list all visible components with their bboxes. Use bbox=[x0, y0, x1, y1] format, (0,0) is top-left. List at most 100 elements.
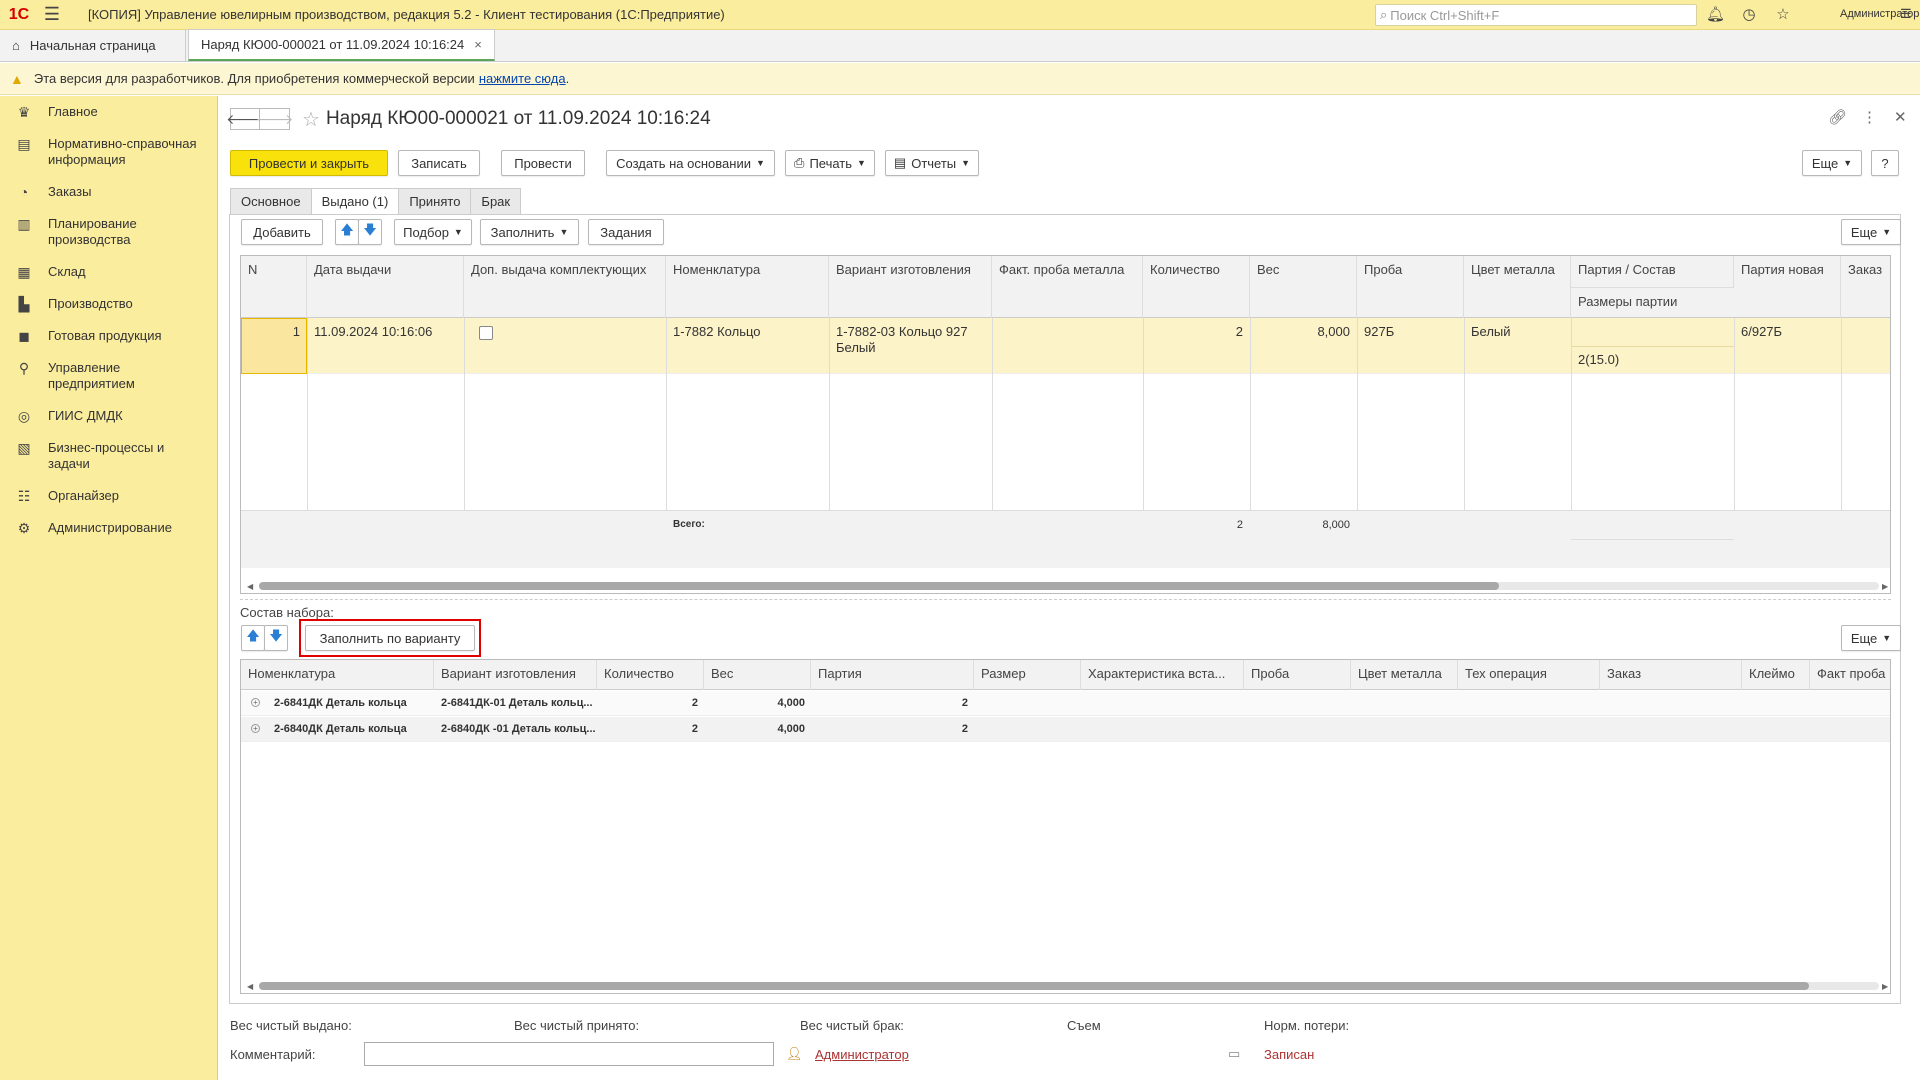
kit-more-button[interactable]: Еще ▼ bbox=[1841, 625, 1901, 651]
scroll-thumb[interactable] bbox=[259, 582, 1499, 590]
bell-icon[interactable]: 🔔︎ bbox=[1706, 6, 1725, 24]
warning-text: Эта версия для разработчиков. Для приобр… bbox=[33, 71, 475, 86]
sidebar-item-admin[interactable]: ⚙ Администрирование bbox=[0, 512, 217, 544]
kcol-order[interactable]: Заказ bbox=[1600, 660, 1742, 690]
tab-received[interactable]: Принято bbox=[398, 188, 472, 214]
fill-button[interactable]: Заполнить ▼ bbox=[480, 219, 579, 245]
tasks-button[interactable]: Задания bbox=[588, 219, 664, 245]
kcol-probe[interactable]: Проба bbox=[1244, 660, 1351, 690]
table-row[interactable]: + 2-6840ДК Деталь кольца 2-6840ДК -01 Де… bbox=[241, 717, 1890, 742]
kit-move-up-button[interactable]: 🡅 bbox=[241, 625, 265, 651]
author-link[interactable]: Администратор bbox=[815, 1047, 909, 1062]
tab-home[interactable]: ⌂ Начальная страница bbox=[0, 30, 186, 61]
table-row[interactable]: + 2-6841ДК Деталь кольца 2-6841ДК-01 Дет… bbox=[241, 691, 1890, 716]
sidebar-item-warehouse[interactable]: ▦ Склад bbox=[0, 256, 217, 288]
col-probe[interactable]: Проба bbox=[1357, 256, 1464, 318]
sidebar-item-finished-goods[interactable]: ◼ Готовая продукция bbox=[0, 320, 217, 352]
col-nomenclature[interactable]: Номенклатура bbox=[666, 256, 829, 318]
expand-icon[interactable]: + bbox=[251, 698, 260, 707]
issued-hscrollbar[interactable] bbox=[259, 582, 1879, 590]
sidebar-item-orders[interactable]: ◔ Заказы bbox=[0, 176, 217, 208]
tab-defect[interactable]: Брак bbox=[470, 188, 522, 214]
move-up-button[interactable]: 🡅 bbox=[335, 219, 359, 245]
post-button[interactable]: Провести bbox=[501, 150, 585, 176]
warehouse-icon: ▦ bbox=[17, 264, 31, 280]
issued-more-button[interactable]: Еще ▼ bbox=[1841, 219, 1901, 245]
sidebar-item-organizer[interactable]: ☷ Органайзер bbox=[0, 480, 217, 512]
col-new-batch[interactable]: Партия новая bbox=[1734, 256, 1841, 318]
col-batch-sizes[interactable]: Размеры партии bbox=[1571, 287, 1734, 317]
sidebar-item-reference[interactable]: ▤ Нормативно-справочная информация bbox=[0, 128, 217, 176]
tab-document[interactable]: Наряд КЮ00-000021 от 11.09.2024 10:16:24… bbox=[188, 29, 495, 61]
move-down-button[interactable]: 🡇 bbox=[358, 219, 382, 245]
col-variant[interactable]: Вариант изготовления bbox=[829, 256, 992, 318]
kcol-batch[interactable]: Партия bbox=[811, 660, 974, 690]
sidebar-item-business[interactable]: ▧ Бизнес-процессы и задачи bbox=[0, 432, 217, 480]
scroll-left-icon[interactable]: ◀ bbox=[247, 982, 253, 991]
kcol-color[interactable]: Цвет металла bbox=[1351, 660, 1458, 690]
sidebar-item-giis[interactable]: ◎ ГИИС ДМДК bbox=[0, 400, 217, 432]
print-button[interactable]: ⎙ Печать ▼ bbox=[785, 150, 875, 176]
sidebar-item-planning[interactable]: ▥ Планирование производства bbox=[0, 208, 217, 256]
kit-move-down-button[interactable]: 🡇 bbox=[264, 625, 288, 651]
global-search-input[interactable]: ⌕ Поиск Ctrl+Shift+F bbox=[1375, 4, 1697, 26]
menu-icon[interactable]: ☰ bbox=[38, 4, 66, 25]
close-tab-icon[interactable]: × bbox=[474, 37, 482, 52]
forward-button[interactable]: 🡒 bbox=[256, 108, 293, 130]
more-vert-icon[interactable]: ⋮ bbox=[1862, 108, 1877, 126]
col-extra-issue[interactable]: Доп. выдача комплектующих bbox=[464, 256, 666, 318]
sidebar-item-production[interactable]: ▙ Производство bbox=[0, 288, 217, 320]
scroll-thumb[interactable] bbox=[259, 982, 1809, 990]
tab-issued[interactable]: Выдано (1) bbox=[310, 188, 400, 214]
scroll-left-icon[interactable]: ◀ bbox=[247, 582, 253, 591]
col-weight[interactable]: Вес bbox=[1250, 256, 1357, 318]
scroll-right-icon[interactable]: ▶ bbox=[1882, 982, 1888, 991]
col-batch[interactable]: Партия / Состав bbox=[1571, 256, 1734, 287]
link-icon[interactable]: 🔗︎ bbox=[1828, 108, 1847, 126]
post-and-close-button[interactable]: Провести и закрыть bbox=[230, 150, 388, 176]
tab-main[interactable]: Основное bbox=[230, 188, 312, 214]
kcol-qty[interactable]: Количество bbox=[597, 660, 704, 690]
footer-total-label: Всего: bbox=[673, 519, 705, 530]
sidebar-item-management[interactable]: ⚲ Управление предприятием bbox=[0, 352, 217, 400]
kcol-operation[interactable]: Тех операция bbox=[1458, 660, 1600, 690]
kcol-nomenclature[interactable]: Номенклатура bbox=[241, 660, 434, 690]
add-button[interactable]: Добавить bbox=[241, 219, 323, 245]
favorites-icon[interactable]: ☆ bbox=[1774, 6, 1792, 24]
kit-hscrollbar[interactable] bbox=[259, 982, 1879, 990]
kcol-variant[interactable]: Вариант изготовления bbox=[434, 660, 597, 690]
table-row[interactable]: 1 11.09.2024 10:16:06 1-7882 Кольцо 1-78… bbox=[241, 318, 1890, 374]
save-button[interactable]: Записать bbox=[398, 150, 480, 176]
buy-link[interactable]: нажмите сюда bbox=[479, 71, 566, 86]
reports-button[interactable]: ▤ Отчеты ▼ bbox=[885, 150, 979, 176]
col-n[interactable]: N bbox=[241, 256, 307, 318]
sidebar-item-main[interactable]: ♛ Главное bbox=[0, 96, 217, 128]
col-order[interactable]: Заказ bbox=[1841, 256, 1890, 318]
clipboard-icon: ▥ bbox=[17, 216, 31, 232]
settings-menu-icon[interactable]: ☰ bbox=[1900, 6, 1912, 22]
kcol-size[interactable]: Размер bbox=[974, 660, 1081, 690]
arrow-down-icon: 🡇 bbox=[363, 222, 377, 237]
help-button[interactable]: ? bbox=[1871, 150, 1899, 176]
comment-field[interactable] bbox=[364, 1042, 774, 1066]
expand-icon[interactable]: + bbox=[251, 724, 260, 733]
row-weight: 8,000 bbox=[1317, 324, 1350, 339]
kit-row-qty: 2 bbox=[691, 697, 698, 709]
col-metal-color[interactable]: Цвет металла bbox=[1464, 256, 1571, 318]
col-date[interactable]: Дата выдачи bbox=[307, 256, 464, 318]
col-qty[interactable]: Количество bbox=[1143, 256, 1250, 318]
close-form-icon[interactable]: ✕ bbox=[1894, 108, 1907, 126]
more-label: Еще bbox=[1850, 224, 1878, 240]
kcol-insert-char[interactable]: Характеристика вста... bbox=[1081, 660, 1244, 690]
history-icon[interactable]: ◷ bbox=[1740, 6, 1758, 24]
kcol-fact-probe[interactable]: Факт проба bbox=[1810, 660, 1890, 690]
create-based-button[interactable]: Создать на основании ▼ bbox=[606, 150, 775, 176]
favorite-star-icon[interactable]: ☆ bbox=[302, 107, 320, 132]
more-button[interactable]: Еще ▼ bbox=[1802, 150, 1862, 176]
kcol-weight[interactable]: Вес bbox=[704, 660, 811, 690]
pick-button[interactable]: Подбор ▼ bbox=[394, 219, 472, 245]
scroll-right-icon[interactable]: ▶ bbox=[1882, 582, 1888, 591]
extra-issue-checkbox[interactable] bbox=[472, 320, 500, 350]
col-fact-probe[interactable]: Факт. проба металла bbox=[992, 256, 1143, 318]
kcol-brand[interactable]: Клеймо bbox=[1742, 660, 1810, 690]
